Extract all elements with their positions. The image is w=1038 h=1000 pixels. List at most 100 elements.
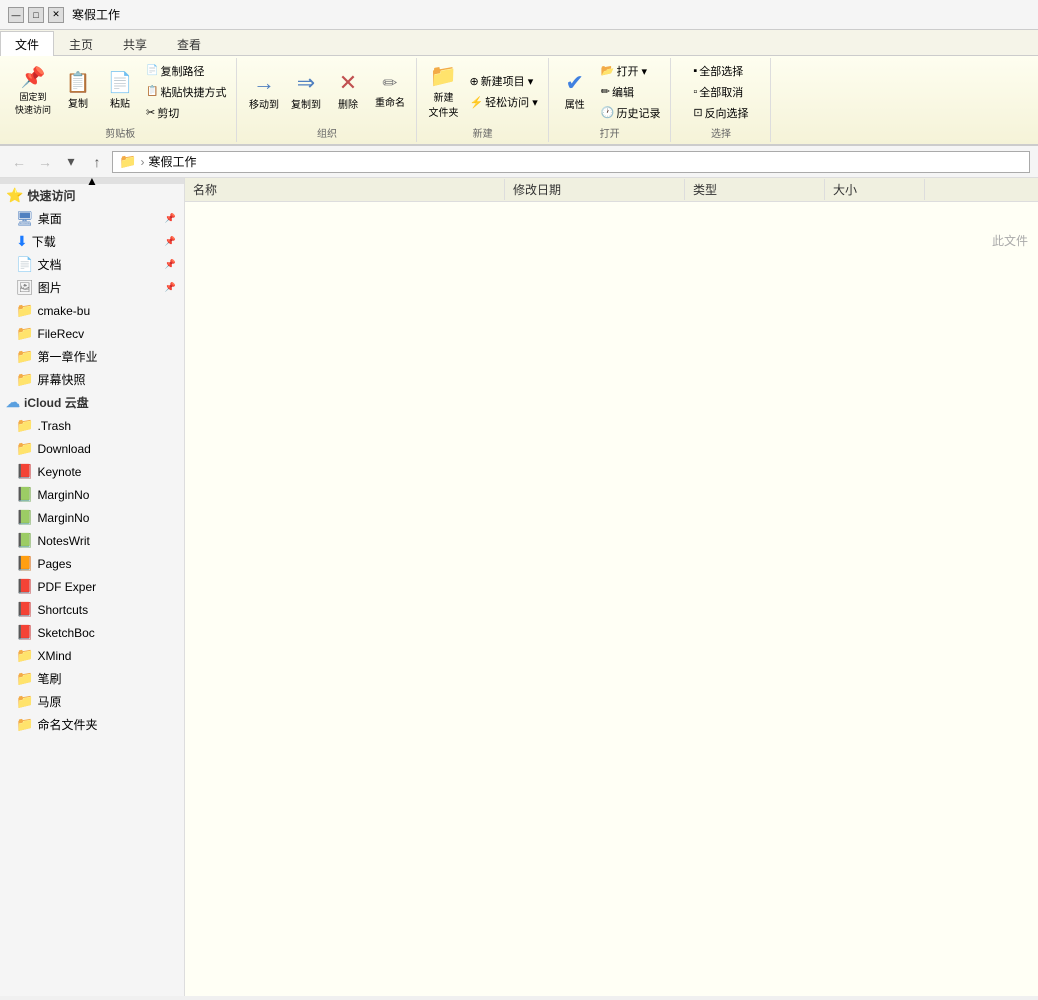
documents-icon: 📄 bbox=[16, 256, 33, 273]
sidebar-item-filerecv[interactable]: 📁 FileRecv bbox=[0, 322, 184, 345]
open-small-buttons: 📂 打开 ▾ ✏ 编辑 🕐 历史记录 bbox=[597, 61, 665, 123]
sidebar-item-documents[interactable]: 📄 文档 📌 bbox=[0, 253, 184, 276]
new-folder-button[interactable]: 📁 新建文件夹 bbox=[423, 62, 463, 122]
cut-button[interactable]: ✂ 剪切 bbox=[142, 103, 230, 123]
edit-button[interactable]: ✏ 编辑 bbox=[597, 82, 665, 102]
new-label: 新建 bbox=[473, 123, 493, 140]
sidebar-item-named-folder[interactable]: 📁 命名文件夹 bbox=[0, 713, 184, 736]
cut-icon: ✂ bbox=[146, 106, 155, 119]
easy-access-button[interactable]: ⚡ 轻松访问 ▾ bbox=[465, 92, 541, 112]
sketchbook-icon: 📕 bbox=[16, 624, 33, 641]
copy-path-label: 复制路径 bbox=[160, 63, 204, 79]
minimize-button[interactable]: — bbox=[8, 7, 24, 23]
sidebar-item-marginno2[interactable]: 📗 MarginNo bbox=[0, 506, 184, 529]
organize-label: 组织 bbox=[317, 123, 337, 140]
filerecv-folder-icon: 📁 bbox=[16, 325, 33, 342]
clipboard-label: 剪贴板 bbox=[105, 123, 135, 140]
paste-button[interactable]: 📄 粘贴 bbox=[100, 70, 140, 113]
forward-button[interactable]: → bbox=[34, 151, 56, 173]
trash-folder-icon: 📁 bbox=[16, 417, 33, 434]
move-to-button[interactable]: → 移动到 bbox=[244, 69, 284, 114]
sidebar-item-pictures[interactable]: 🖼 图片 📌 bbox=[0, 276, 184, 299]
sidebar-item-icloud[interactable]: ☁ iCloud 云盘 bbox=[0, 391, 184, 414]
new-buttons: 📁 新建文件夹 ⊕ 新建项目 ▾ ⚡ 轻松访问 ▾ bbox=[423, 60, 541, 123]
history-button[interactable]: 🕐 历史记录 bbox=[597, 103, 665, 123]
organize-buttons: → 移动到 ⇒ 复制到 ✕ 删除 ✏ 重命名 bbox=[244, 60, 410, 123]
title-bar-icons[interactable]: — □ ✕ bbox=[8, 7, 64, 23]
sidebar-item-sketchbook[interactable]: 📕 SketchBoc bbox=[0, 621, 184, 644]
path-separator: › bbox=[140, 155, 144, 169]
close-button[interactable]: ✕ bbox=[48, 7, 64, 23]
copy-button[interactable]: 📋 复制 bbox=[58, 70, 98, 113]
rename-button[interactable]: ✏ 重命名 bbox=[370, 71, 410, 112]
tab-home[interactable]: 主页 bbox=[54, 31, 108, 56]
sidebar-item-keynote[interactable]: 📕 Keynote bbox=[0, 460, 184, 483]
address-path[interactable]: 📁 › 寒假工作 bbox=[112, 151, 1030, 173]
sidebar-item-downloads[interactable]: ⬇ 下载 📌 bbox=[0, 230, 184, 253]
rename-label: 重命名 bbox=[375, 94, 405, 109]
marginno2-icon: 📗 bbox=[16, 509, 33, 526]
pin-icon: 📌 bbox=[21, 68, 46, 88]
sidebar-item-chapter1[interactable]: 📁 第一章作业 bbox=[0, 345, 184, 368]
sidebar-item-mayuan[interactable]: 📁 马原 bbox=[0, 690, 184, 713]
new-item-button[interactable]: ⊕ 新建项目 ▾ bbox=[465, 71, 541, 91]
select-label: 选择 bbox=[711, 123, 731, 140]
move-label: 移动到 bbox=[249, 96, 279, 111]
col-name-header[interactable]: 名称 bbox=[185, 179, 505, 200]
col-date-header[interactable]: 修改日期 bbox=[505, 179, 685, 200]
sidebar-item-xmind[interactable]: 📁 XMind bbox=[0, 644, 184, 667]
tab-share[interactable]: 共享 bbox=[108, 31, 162, 56]
address-bar: ← → ▾ ↑ 📁 › 寒假工作 bbox=[0, 146, 1038, 178]
file-list-header: 名称 修改日期 类型 大小 bbox=[185, 178, 1038, 202]
sidebar-item-desktop[interactable]: 🖥 桌面 📌 bbox=[0, 207, 184, 230]
easy-access-label: 轻松访问 ▾ bbox=[485, 94, 538, 110]
select-all-button[interactable]: ▪ 全部选择 bbox=[689, 61, 752, 81]
paste-shortcut-icon: 📋 bbox=[146, 86, 158, 97]
new-folder-label: 新建文件夹 bbox=[428, 89, 458, 119]
back-button[interactable]: ← bbox=[8, 151, 30, 173]
download-icon: ⬇ bbox=[16, 233, 28, 250]
download-folder-icon: 📁 bbox=[16, 440, 33, 457]
sidebar-item-marginno1[interactable]: 📗 MarginNo bbox=[0, 483, 184, 506]
open-button[interactable]: 📂 打开 ▾ bbox=[597, 61, 665, 81]
new-small-buttons: ⊕ 新建项目 ▾ ⚡ 轻松访问 ▾ bbox=[465, 71, 541, 112]
invert-selection-button[interactable]: ⊡ 反向选择 bbox=[689, 103, 752, 123]
documents-pin-icon: 📌 bbox=[165, 259, 176, 270]
sidebar-item-pages[interactable]: 📙 Pages bbox=[0, 552, 184, 575]
copy-to-button[interactable]: ⇒ 复制到 bbox=[286, 69, 326, 114]
deselect-all-button[interactable]: ▫ 全部取消 bbox=[689, 82, 752, 102]
maximize-button[interactable]: □ bbox=[28, 7, 44, 23]
sidebar-item-brush[interactable]: 📁 笔刷 bbox=[0, 667, 184, 690]
paste-shortcut-button[interactable]: 📋 粘贴快捷方式 bbox=[142, 82, 230, 102]
open-label: 打开 bbox=[600, 123, 620, 140]
icloud-icon: ☁ bbox=[6, 394, 20, 411]
pictures-icon: 🖼 bbox=[16, 279, 34, 296]
title-bar: — □ ✕ 寒假工作 bbox=[0, 0, 1038, 30]
properties-button[interactable]: ✔ 属性 bbox=[555, 69, 595, 114]
col-type-header[interactable]: 类型 bbox=[685, 179, 825, 200]
up-button[interactable]: ↑ bbox=[86, 151, 108, 173]
pages-icon: 📙 bbox=[16, 555, 33, 572]
tab-file[interactable]: 文件 bbox=[0, 31, 54, 56]
sidebar-item-screenshot[interactable]: 📁 屏幕快照 bbox=[0, 368, 184, 391]
sidebar-item-noteswrit[interactable]: 📗 NotesWrit bbox=[0, 529, 184, 552]
main-area: ▲ ⭐ 快速访问 🖥 桌面 📌 ⬇ 下载 📌 📄 文档 📌 🖼 图片 📌 📁 bbox=[0, 178, 1038, 996]
sidebar-item-trash[interactable]: 📁 .Trash bbox=[0, 414, 184, 437]
file-list-body: 此文件 bbox=[185, 202, 1038, 996]
col-size-header[interactable]: 大小 bbox=[825, 179, 925, 200]
dropdown-button[interactable]: ▾ bbox=[60, 151, 82, 173]
sidebar-item-pdf[interactable]: 📕 PDF Exper bbox=[0, 575, 184, 598]
ribbon-tabs: 文件 主页 共享 查看 bbox=[0, 30, 1038, 56]
sidebar-item-cmake[interactable]: 📁 cmake-bu bbox=[0, 299, 184, 322]
cmake-folder-icon: 📁 bbox=[16, 302, 33, 319]
sidebar-item-shortcuts[interactable]: 📕 Shortcuts bbox=[0, 598, 184, 621]
paste-shortcut-label: 粘贴快捷方式 bbox=[160, 84, 226, 100]
sidebar-item-download[interactable]: 📁 Download bbox=[0, 437, 184, 460]
delete-button[interactable]: ✕ 删除 bbox=[328, 69, 368, 114]
copy-icon: 📋 bbox=[66, 73, 91, 93]
pin-to-quick-access-button[interactable]: 📌 固定到快速访问 bbox=[10, 65, 56, 119]
copy-path-button[interactable]: 📄 复制路径 bbox=[142, 61, 230, 81]
copy-to-label: 复制到 bbox=[291, 96, 321, 111]
tab-view[interactable]: 查看 bbox=[162, 31, 216, 56]
quick-access-star-icon: ⭐ bbox=[6, 187, 23, 204]
